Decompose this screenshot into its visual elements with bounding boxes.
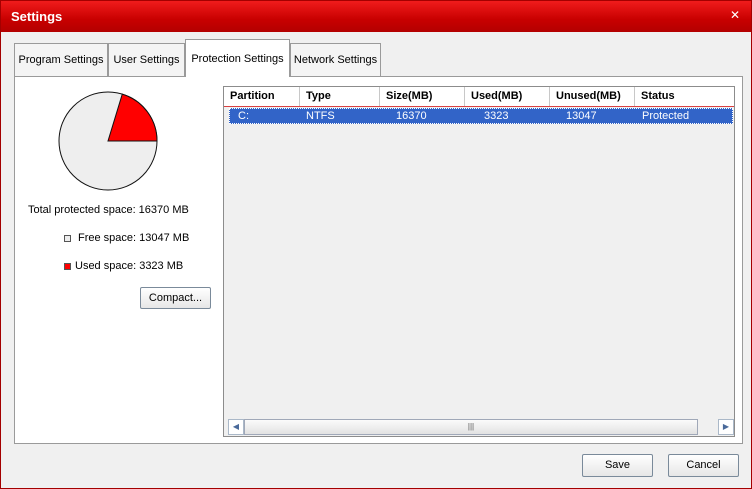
- column-header-partition[interactable]: Partition: [224, 87, 300, 106]
- title-bar[interactable]: Settings ✕: [1, 1, 751, 32]
- close-icon[interactable]: ✕: [726, 7, 744, 23]
- compact-button[interactable]: Compact...: [140, 287, 211, 309]
- scroll-left-icon[interactable]: ◀: [228, 419, 244, 435]
- column-header-size[interactable]: Size(MB): [380, 87, 465, 106]
- free-space-swatch: [64, 235, 71, 242]
- cell-used: 3323: [484, 110, 509, 122]
- partition-table: Partition Type Size(MB) Used(MB) Unused(…: [223, 86, 735, 437]
- column-header-type[interactable]: Type: [300, 87, 380, 106]
- tab-user-settings[interactable]: User Settings: [108, 43, 185, 76]
- free-space-label: Free space: 13047 MB: [78, 232, 190, 244]
- save-button[interactable]: Save: [582, 454, 653, 477]
- cell-partition: C:: [238, 110, 249, 122]
- tab-protection-settings[interactable]: Protection Settings: [185, 39, 290, 77]
- settings-window: Settings ✕ Program Settings User Setting…: [0, 0, 752, 489]
- scroll-thumb[interactable]: |||: [244, 419, 698, 435]
- disk-usage-pie-chart: [58, 91, 158, 191]
- cell-status: Protected: [642, 110, 690, 122]
- scroll-right-icon[interactable]: ▶: [718, 419, 734, 435]
- table-header: Partition Type Size(MB) Used(MB) Unused(…: [224, 87, 734, 107]
- cell-type: NTFS: [306, 110, 335, 122]
- tab-network-settings[interactable]: Network Settings: [290, 43, 381, 76]
- column-header-status[interactable]: Status: [635, 87, 734, 106]
- tab-program-settings[interactable]: Program Settings: [14, 43, 108, 76]
- used-space-swatch: [64, 263, 71, 270]
- column-header-unused[interactable]: Unused(MB): [550, 87, 635, 106]
- total-protected-space: Total protected space: 16370 MB: [28, 204, 189, 216]
- window-title: Settings: [11, 9, 63, 24]
- used-space-label: Used space: 3323 MB: [75, 260, 184, 272]
- cancel-button[interactable]: Cancel: [668, 454, 739, 477]
- horizontal-scrollbar[interactable]: ◀ ||| ▶: [228, 419, 734, 436]
- cell-size: 16370: [396, 110, 427, 122]
- cell-unused: 13047: [566, 110, 597, 122]
- column-header-used[interactable]: Used(MB): [465, 87, 550, 106]
- table-row[interactable]: C: NTFS 16370 3323 13047 Protected: [229, 108, 733, 124]
